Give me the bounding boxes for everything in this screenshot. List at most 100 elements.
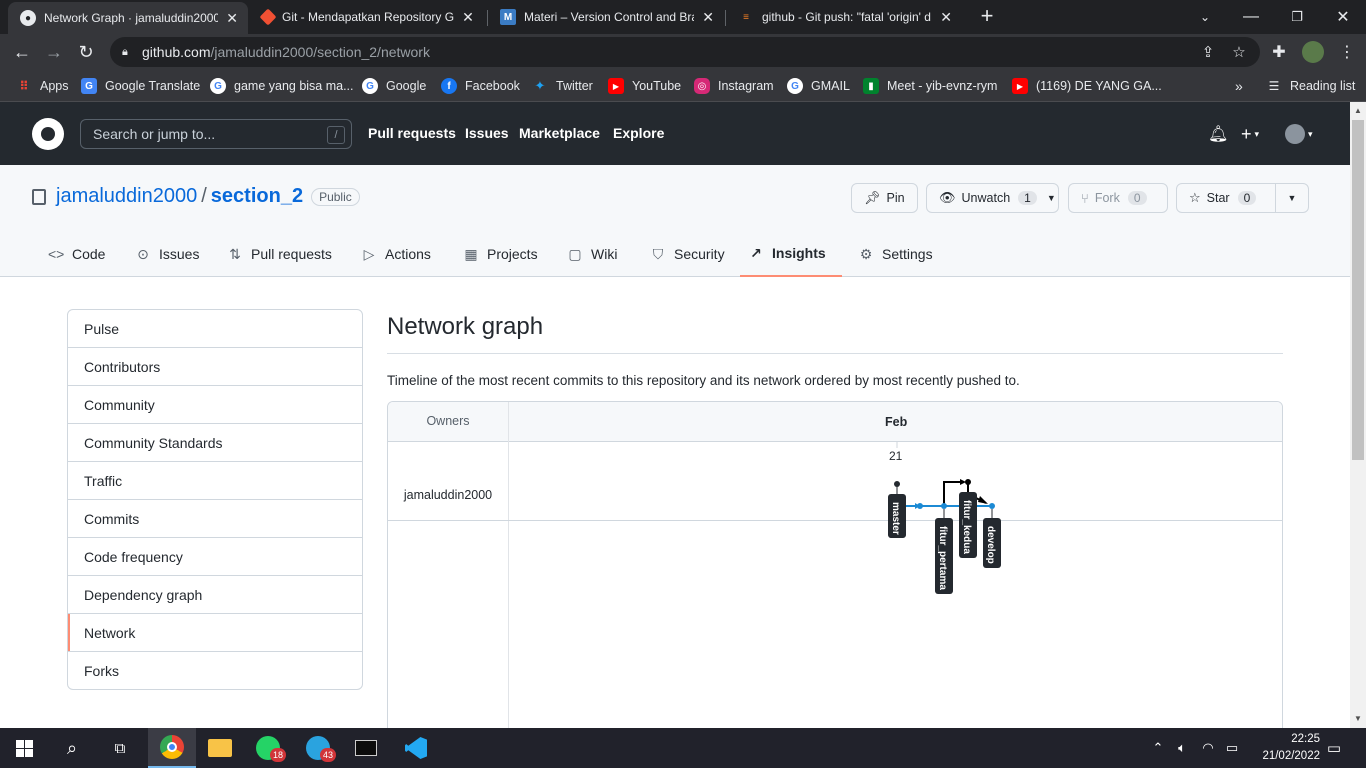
bookmark-gmail[interactable]: G GMAIL xyxy=(787,76,850,96)
sidebar-item-community[interactable]: Community xyxy=(68,386,362,424)
tab-issues[interactable]: ⊙ Issues xyxy=(127,231,207,277)
tab-pull-requests[interactable]: ⇅ Pull requests xyxy=(219,231,340,277)
search-icon[interactable]: ⌕ xyxy=(48,728,96,768)
volume-icon[interactable]: 🔈︎ xyxy=(1172,728,1192,768)
page-scrollbar[interactable]: ▲ ▼ xyxy=(1350,102,1366,728)
restore-button[interactable]: ❐ xyxy=(1274,0,1320,34)
table-icon: ▦ xyxy=(464,245,478,262)
create-new-plus-icon[interactable]: + ▾ xyxy=(1241,122,1259,146)
sidebar-item-pulse[interactable]: Pulse xyxy=(68,310,362,348)
extensions-puzzle-icon[interactable]: ✚ xyxy=(1266,39,1292,65)
sidebar-item-forks[interactable]: Forks xyxy=(68,652,362,689)
scrollbar-thumb[interactable] xyxy=(1352,120,1364,460)
bookmark-youtube[interactable]: ▶ YouTube xyxy=(608,76,681,96)
network-graph-canvas[interactable]: master fitur_pertama fitur_kedua develop xyxy=(388,402,1283,741)
user-avatar[interactable]: ▾ xyxy=(1285,122,1313,146)
browser-tab-stackoverflow[interactable]: ≡ github - Git push: "fatal 'origin' d ✕ xyxy=(726,0,962,34)
sidebar-item-dependency-graph[interactable]: Dependency graph xyxy=(68,576,362,614)
tray-chevron-up-icon[interactable]: ⌃ xyxy=(1150,728,1166,768)
bookmark-google[interactable]: G Google xyxy=(362,76,426,96)
browser-menu-icon[interactable]: ⋮ xyxy=(1334,39,1360,65)
share-icon[interactable]: ⇪ xyxy=(1193,37,1223,67)
task-view-icon[interactable]: ⧉ xyxy=(96,728,144,768)
notification-center-icon[interactable]: ▭ xyxy=(1322,728,1346,768)
notifications-bell-icon[interactable]: 🔔︎ xyxy=(1208,122,1228,146)
network-graph[interactable]: Owners Feb 21 jamaluddin2000 master fitu… xyxy=(387,401,1283,741)
sidebar-item-code-frequency[interactable]: Code frequency xyxy=(68,538,362,576)
scroll-up-arrow-icon[interactable]: ▲ xyxy=(1350,102,1366,118)
tab-code[interactable]: <> Code xyxy=(40,231,113,277)
address-bar[interactable]: 🔒︎ github.com /jamaluddin2000/section_2/… xyxy=(110,37,1260,67)
reload-icon[interactable]: ↻ xyxy=(73,39,99,65)
tab-projects[interactable]: ▦ Projects xyxy=(455,231,546,277)
bookmark-label: game yang bisa ma... xyxy=(234,79,354,93)
commit-dot[interactable] xyxy=(917,503,923,509)
telegram-icon[interactable]: 43 xyxy=(294,728,342,768)
repo-name-link[interactable]: section_2 xyxy=(211,185,303,208)
tab-actions[interactable]: ▷ Actions xyxy=(353,231,439,277)
system-clock[interactable]: 22:25 21/02/2022 xyxy=(1240,731,1320,765)
tab-insights[interactable]: ↗ Insights xyxy=(740,231,842,277)
sidebar-item-network[interactable]: Network xyxy=(68,614,362,652)
close-tab-icon[interactable]: ✕ xyxy=(938,9,954,26)
browser-tab-materi[interactable]: M Materi – Version Control and Bra ✕ xyxy=(488,0,724,34)
nav-issues[interactable]: Issues xyxy=(465,125,509,141)
bookmark-google-translate[interactable]: G Google Translate xyxy=(81,76,200,96)
bookmark-star-icon[interactable]: ☆ xyxy=(1224,37,1254,67)
repo-owner-link[interactable]: jamaluddin2000 xyxy=(56,185,197,208)
nav-marketplace[interactable]: Marketplace xyxy=(519,125,600,141)
commit-dot[interactable] xyxy=(965,479,971,485)
fork-button[interactable]: ⑂ Fork 0 xyxy=(1068,183,1168,213)
pin-button[interactable]: 📌︎ Pin xyxy=(851,183,918,213)
close-tab-icon[interactable]: ✕ xyxy=(224,10,240,27)
vscode-icon[interactable] xyxy=(392,728,440,768)
sidebar-item-commits[interactable]: Commits xyxy=(68,500,362,538)
bookmark-meet[interactable]: ▮ Meet - yib-evnz-rym xyxy=(863,76,997,96)
scroll-down-arrow-icon[interactable]: ▼ xyxy=(1350,710,1366,726)
commit-dot[interactable] xyxy=(941,503,947,509)
star-button[interactable]: ☆ Star 0 xyxy=(1176,183,1276,213)
nav-explore[interactable]: Explore xyxy=(613,125,664,141)
unwatch-button[interactable]: 👁︎ Unwatch 1 ▼ xyxy=(926,183,1059,213)
sidebar-item-traffic[interactable]: Traffic xyxy=(68,462,362,500)
minimize-button[interactable]: — xyxy=(1228,0,1274,34)
bookmark-apps[interactable]: ⠿ Apps xyxy=(16,76,68,96)
browser-tab-git[interactable]: Git - Mendapatkan Repository Gi ✕ xyxy=(250,0,486,34)
search-input[interactable]: Search or jump to... / xyxy=(80,119,352,149)
more-bookmarks-button[interactable]: » xyxy=(1235,76,1243,96)
windows-start-icon[interactable] xyxy=(0,728,48,768)
bookmark-facebook[interactable]: f Facebook xyxy=(441,76,520,96)
terminal-icon[interactable] xyxy=(342,728,390,768)
commit-dot[interactable] xyxy=(989,503,995,509)
bookmark-youtube-2[interactable]: ▶ (1169) DE YANG GA... xyxy=(1012,76,1162,96)
tab-wiki[interactable]: ▢ Wiki xyxy=(559,231,625,277)
browser-tab-network-graph[interactable]: ● Network Graph · jamaluddin2000 ✕ xyxy=(8,2,248,34)
file-explorer-icon[interactable] xyxy=(196,728,244,768)
chrome-taskbar-icon[interactable] xyxy=(148,728,196,768)
bookmark-label: Meet - yib-evnz-rym xyxy=(887,79,998,93)
new-tab-button[interactable]: + xyxy=(976,4,998,30)
back-arrow-icon[interactable]: ← xyxy=(9,39,35,65)
tab-security[interactable]: ⛉ Security xyxy=(642,231,733,277)
sidebar-item-community-standards[interactable]: Community Standards xyxy=(68,424,362,462)
close-tab-icon[interactable]: ✕ xyxy=(460,9,476,26)
bookmark-twitter[interactable]: ✦ Twitter xyxy=(532,76,593,96)
pin-label: Pin xyxy=(886,191,905,205)
bookmark-instagram[interactable]: ◎ Instagram xyxy=(694,76,774,96)
tab-search-chevron-icon[interactable]: ⌄ xyxy=(1182,0,1228,34)
star-lists-dropdown[interactable]: ▼ xyxy=(1275,183,1309,213)
github-logo-icon[interactable] xyxy=(32,118,64,150)
wifi-icon[interactable]: ◠ xyxy=(1198,728,1218,768)
whatsapp-icon[interactable]: 18 xyxy=(244,728,292,768)
sidebar-item-contributors[interactable]: Contributors xyxy=(68,348,362,386)
tab-settings[interactable]: ⚙ Settings xyxy=(850,231,941,277)
bookmark-game[interactable]: G game yang bisa ma... xyxy=(210,76,354,96)
fork-label: Fork xyxy=(1094,191,1120,205)
nav-pull-requests[interactable]: Pull requests xyxy=(368,125,456,141)
close-tab-icon[interactable]: ✕ xyxy=(700,9,716,26)
profile-avatar[interactable] xyxy=(1300,39,1326,65)
battery-icon[interactable]: ▭ xyxy=(1222,728,1242,768)
close-window-button[interactable]: ✕ xyxy=(1320,0,1366,34)
reading-list-button[interactable]: ☰ Reading list xyxy=(1266,76,1356,96)
forward-arrow-icon[interactable]: → xyxy=(41,39,67,65)
